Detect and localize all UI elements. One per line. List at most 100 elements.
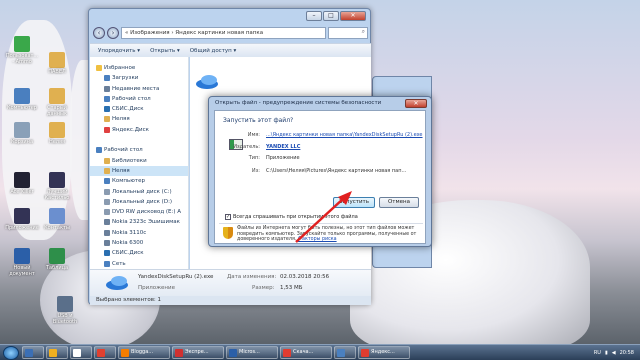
type-value: Приложение [266,155,300,161]
desktop-icon[interactable]: Ace Killer [5,172,39,195]
network-icon[interactable]: ▮ [605,350,608,356]
desktop-icon[interactable]: Корзина [5,122,39,145]
minimize-button[interactable]: – [306,11,322,21]
close-button[interactable]: ✕ [340,11,366,21]
sidebar-item[interactable]: DVD RW дисковод (E:) A [90,207,188,217]
back-button[interactable]: ‹ [93,27,105,39]
share-button[interactable]: Общий доступ ▾ [190,48,237,54]
folder-icon [104,75,110,82]
sidebar-item[interactable]: Рабочий стол [90,94,188,104]
sidebar-item[interactable]: Загрузки [90,73,188,83]
sidebar-item-label: Рабочий стол [112,95,151,102]
dialog-close-button[interactable]: ✕ [405,99,427,108]
taskbar-button[interactable] [70,346,92,359]
modified-value: 02.03.2018 20:56 [280,274,330,280]
sidebar-item[interactable]: Рабочий стол [90,145,188,155]
desktop-icon[interactable]: Приложение [5,208,39,231]
taskbar-button[interactable]: Экспре... [172,346,224,359]
app-icon [229,348,237,357]
app-icon [97,348,105,357]
desktop-icon[interactable]: Пользоват... - Ammo [5,36,39,65]
from-label: Из: [251,168,260,174]
sidebar-item-label: Рабочий стол [104,147,143,154]
desktop-icon-label: ПАВЕЛ [48,69,66,75]
taskbar-button[interactable]: Blogga... [118,346,170,359]
sidebar-item-label: DVD RW дисковод (E:) A [112,209,182,216]
publisher-link[interactable]: YANDEX LLC [266,144,300,150]
desktop-icon-image [14,122,30,138]
sidebar-item[interactable]: Неляя [90,165,188,177]
folder-icon [104,167,110,174]
taskbar-button[interactable] [94,346,116,359]
sidebar-item-label: Сеть [112,260,126,267]
sidebar-item[interactable]: Локальный диск (D:) [90,197,188,207]
sidebar-item[interactable]: СБИС.Диск [90,248,188,258]
name-label: Имя: [247,132,260,138]
taskbar: Blogga... Экспре... Micros... Скача... Яндек… [0,344,640,360]
file-path-link[interactable]: ...\Яндекс картинки новая папка\YandexDi… [266,132,423,138]
clock[interactable]: 20:58 [620,350,634,356]
taskbar-button[interactable] [46,346,68,359]
taskbar-button-label: Экспре... [185,349,209,355]
folder-icon [96,65,102,71]
taskbar-button[interactable]: Скача... [280,346,332,359]
sidebar-item[interactable]: Компьютер [90,176,188,186]
search-icon: ⌕ [361,28,365,35]
desktop-icon[interactable]: Новый документ [5,248,39,277]
sidebar-item[interactable]: Nokia 2323c Эшишимак [90,217,188,227]
maximize-button[interactable]: □ [323,11,339,21]
desktop-icon-label: Контакты [44,225,70,231]
desktop-icon[interactable]: USB и Bluetooth [48,296,82,325]
desktop-icon[interactable]: Старый даннык [40,88,74,117]
sidebar-item [90,135,188,145]
desktop-icon-image [49,52,65,68]
folder-icon [104,95,110,102]
sidebar-item[interactable]: Избранное [90,63,188,73]
sidebar-item-label: Недавние места [112,85,160,92]
cancel-button[interactable]: Отмена [379,197,419,208]
sidebar-item[interactable]: Недавние места [90,84,188,94]
modified-label: Дата изменения: [227,274,277,280]
desktop-icon[interactable]: ПАВЕЛ [40,52,74,75]
sidebar-item[interactable]: Сеть [90,259,188,269]
desktop-icon[interactable]: Таблица [40,248,74,271]
publisher-label: Издатель: [233,144,260,150]
sidebar-item[interactable]: СБИС.Диск [90,104,188,114]
volume-icon[interactable]: ◀ [612,350,616,356]
command-bar: Упорядочить ▾ Открыть ▾ Общий доступ ▾ [90,43,371,57]
sidebar-item[interactable]: Яндекс.Диск [90,125,188,135]
taskbar-button[interactable] [22,346,44,359]
desktop-icon[interactable]: Контакты [40,208,74,231]
open-button[interactable]: Открыть ▾ [150,48,180,54]
always-ask-checkbox[interactable]: ✓ [225,214,231,220]
sidebar-item[interactable]: Библиотеки [90,156,188,166]
organize-button[interactable]: Упорядочить ▾ [98,48,140,54]
app-icon [283,348,291,357]
sidebar-item-label: Избранное [104,65,136,71]
desktop-icon-image [57,296,73,312]
taskbar-button[interactable] [334,346,356,359]
system-tray: RU ▮ ◀ 20:58 [594,350,640,356]
taskbar-button-label: Blogga... [131,349,154,355]
forward-button[interactable]: › [107,27,119,39]
desktop-icon[interactable]: Компьютер [5,88,39,111]
details-pane: YandexDiskSetupRu (2).exe Приложение Дат… [90,269,371,296]
desktop-icon-image [14,208,30,224]
start-button[interactable] [3,345,19,360]
taskbar-button[interactable]: Яндекс... [358,346,410,359]
sidebar-item[interactable]: Nokia 6300 [90,238,188,248]
language-indicator[interactable]: RU [594,350,601,356]
address-bar[interactable]: « Изображения › Яндекс картинки новая па… [121,27,326,39]
sidebar-item[interactable]: Неляя [90,114,188,124]
sidebar-item[interactable]: Локальный диск (C:) [90,187,188,197]
desktop-icon[interactable]: Лучший Кастильо [40,172,74,201]
type-label: Тип: [248,155,260,161]
folder-icon [104,198,110,205]
sidebar-item[interactable]: Nokia 3110c [90,228,188,238]
desktop-icon[interactable]: Неляя [40,122,74,145]
from-value: C:\Users\Неляя\Pictures\Яндекс картинки … [266,168,407,174]
desktop-icon-image [14,36,30,52]
taskbar-button[interactable]: Micros... [226,346,278,359]
yandex-disk-file-icon[interactable] [194,71,220,93]
search-input[interactable]: ⌕ [328,27,368,39]
